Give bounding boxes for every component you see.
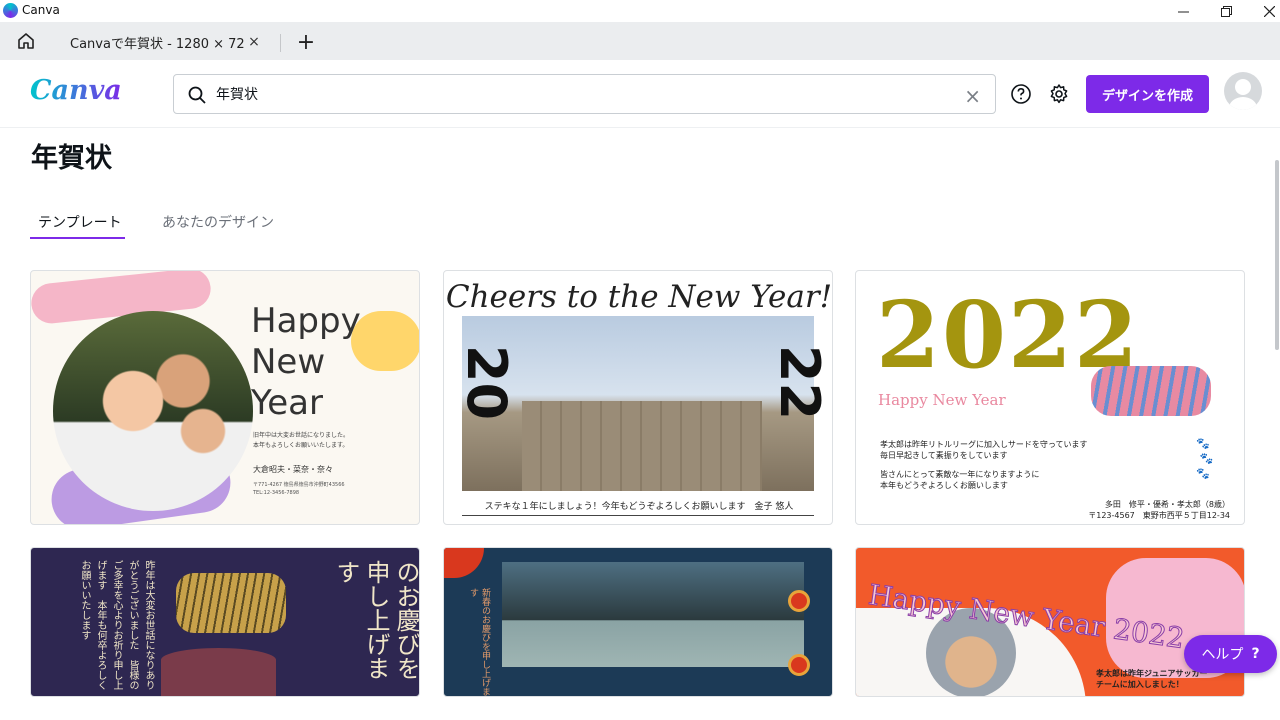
address-line: TEL:12-3456-7898: [253, 490, 300, 496]
close-window-icon[interactable]: [1246, 0, 1280, 22]
card-signature: 多田 修平・優希・孝太郎（8歳） 〒123-4567 東野市西平５丁目12-34: [1088, 499, 1230, 521]
family-photo: [53, 311, 253, 511]
headline-line: Happy: [251, 301, 361, 341]
canva-app-icon: [3, 3, 18, 18]
app-header: Canva × デザインを作成: [0, 60, 1280, 128]
message-line: 本年もどうぞよろしくお願いします: [880, 481, 1008, 490]
active-tab-indicator: [30, 237, 125, 239]
address-line: 〒771-4267 徳島県徳島市沖野町43566: [253, 482, 345, 488]
decorative-circle: [788, 654, 810, 676]
tab-close-icon[interactable]: ×: [244, 32, 264, 52]
card-message: 孝太郎は昨年ジュニアサッカー チームに加入しました！: [1096, 668, 1207, 690]
restore-icon[interactable]: [1203, 0, 1249, 22]
red-sun-shape: [444, 548, 484, 578]
help-button[interactable]: ヘルプ ?: [1184, 635, 1277, 673]
avatar[interactable]: [1224, 72, 1262, 110]
card-headline: Happy New Year: [251, 301, 361, 424]
question-icon: ?: [1251, 646, 1260, 662]
gear-icon[interactable]: [1047, 82, 1071, 106]
card-headline: Happy New Year: [878, 391, 1006, 409]
template-card[interactable]: Happy New Year 2022 孝太郎は昨年ジュニアサッカー チームに加…: [855, 547, 1245, 697]
clear-search-icon[interactable]: ×: [964, 84, 981, 108]
page-title: 年賀状: [31, 143, 112, 174]
window-title: Canva: [22, 3, 60, 17]
decorative-brush-stroke: [351, 311, 419, 371]
shrine-photo: [502, 562, 804, 667]
search-bar[interactable]: ×: [173, 74, 996, 114]
search-input[interactable]: [216, 83, 946, 105]
headline-line: Year: [251, 383, 323, 423]
signature-line: 多田 修平・優希・孝太郎（8歳）: [1104, 500, 1230, 509]
scrollbar-thumb[interactable]: [1275, 160, 1279, 350]
signature-line: 〒123-4567 東野市西平５丁目12-34: [1088, 511, 1230, 520]
card-message: 新春のお慶びを申し上げます: [468, 588, 490, 696]
template-card[interactable]: Cheers to the New Year! 20 22 ステキな１年にしまし…: [443, 270, 833, 525]
message-line: 毎日早起きして素振りをしています: [880, 451, 1008, 460]
tab-templates[interactable]: テンプレート: [38, 212, 122, 232]
card-caption: ステキな１年にしましょう！今年もどうぞよろしくお願いします 金子 悠人: [484, 502, 794, 512]
card-headline: 謹んで新春のお慶びを申し上げます: [332, 560, 420, 680]
tiger-illustration: [1091, 366, 1211, 416]
tab-divider: [280, 34, 281, 52]
browser-tab[interactable]: Canvaで年賀状 - 1280 × 720px ×: [58, 29, 280, 55]
message-line: チームに加入しました！: [1096, 680, 1184, 689]
card-address: 〒771-4267 徳島県徳島市沖野町43566 TEL:12-3456-789…: [253, 481, 345, 497]
new-tab-button[interactable]: +: [293, 29, 319, 55]
card-message: 孝太郎は昨年リトルリーグに加入しサードを守っています 毎日早起きして素振りをして…: [880, 439, 1087, 461]
message-line: 旧年中は大変お世話になりました。: [253, 432, 350, 439]
rock-ruins: [522, 401, 762, 491]
year-digits-right: 22: [768, 344, 832, 421]
minimize-icon[interactable]: [1160, 0, 1206, 22]
create-design-button[interactable]: デザインを作成: [1086, 75, 1209, 113]
headline-line: New: [251, 342, 326, 382]
message-line: 孝太郎は昨年ジュニアサッカー: [1096, 669, 1208, 678]
message-line: 孝太郎は昨年リトルリーグに加入しサードを守っています: [880, 440, 1088, 449]
help-circle-icon[interactable]: [1009, 82, 1033, 106]
search-icon: [188, 86, 206, 108]
template-card[interactable]: 新春のお慶びを申し上げます: [443, 547, 833, 697]
tiger-illustration: [176, 573, 286, 633]
template-card[interactable]: 昨年は大変お世話になりありがとうございました 皆様のご多幸を心よりお祈り申し上げ…: [30, 547, 420, 697]
pedestal-shape: [161, 648, 276, 696]
card-message: 旧年中は大変お世話になりました。 本年もよろしくお願いいたします。: [253, 431, 349, 451]
window-titlebar: Canva: [0, 0, 1280, 22]
tab-strip: Canvaで年賀状 - 1280 × 720px × +: [0, 22, 1280, 60]
year-digits-left: 20: [455, 344, 519, 421]
tab-title: Canvaで年賀状 - 1280 × 720px: [70, 36, 244, 52]
help-label: ヘルプ: [1201, 647, 1244, 663]
message-line: 皆さんにとって素敵な一年になりますように: [880, 470, 1040, 479]
card-names: 大倉昭夫・菜奈・奈々: [253, 465, 333, 474]
paw-print-icon: 🐾 🐾 🐾: [1196, 437, 1214, 480]
home-icon[interactable]: [12, 29, 40, 53]
tab-your-designs[interactable]: あなたのデザイン: [162, 212, 274, 232]
card-message: 昨年は大変お世話になりありがとうございました 皆様のご多幸を心よりお祈り申し上げ…: [79, 560, 154, 690]
divider: [462, 515, 814, 516]
card-headline: Cheers to the New Year!: [445, 279, 833, 315]
page-scrollbar[interactable]: [1274, 130, 1280, 690]
template-card[interactable]: Happy New Year 旧年中は大変お世話になりました。 本年もよろしくお…: [30, 270, 420, 525]
decorative-circle: [788, 590, 810, 612]
template-card[interactable]: 2022 Happy New Year 孝太郎は昨年リトルリーグに加入しサードを…: [855, 270, 1245, 525]
message-line: 本年もよろしくお願いいたします。: [253, 442, 349, 449]
card-message: 皆さんにとって素敵な一年になりますように 本年もどうぞよろしくお願いします: [880, 469, 1039, 491]
canva-logo[interactable]: Canva: [30, 75, 122, 106]
